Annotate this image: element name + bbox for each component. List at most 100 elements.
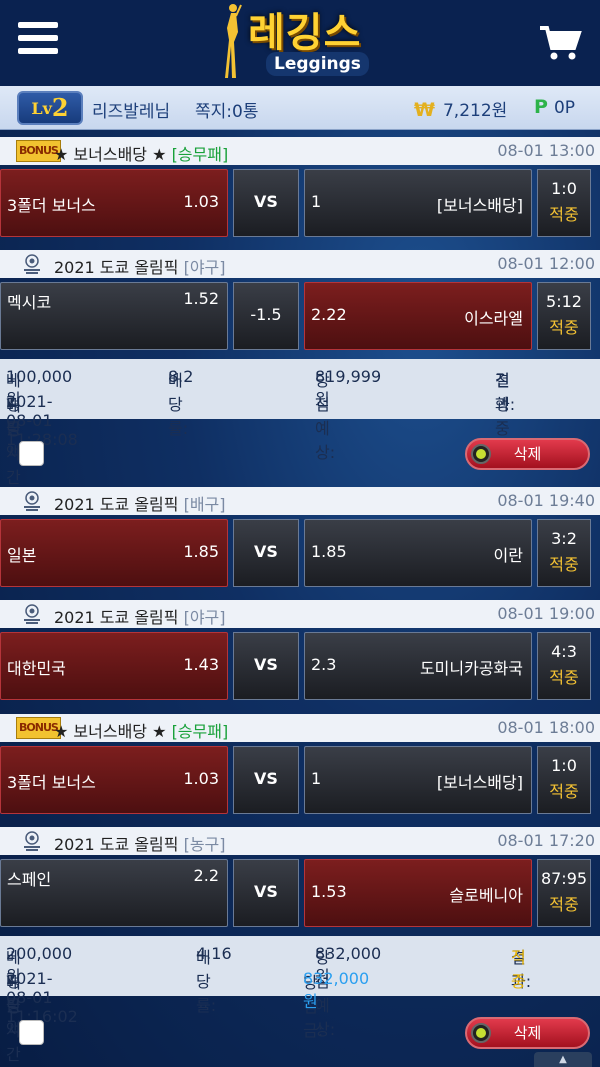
status-badge: 적중	[549, 895, 579, 914]
score: 4:3	[551, 642, 577, 661]
logo-subtitle: Leggings	[266, 52, 369, 76]
away-odds: 1	[311, 769, 322, 788]
logo-figure-icon	[225, 4, 242, 78]
league-title: 2021 도쿄 올림픽	[54, 258, 179, 277]
user-info-bar: Lv2 리즈발레님 쪽지:0통 ₩7,212원 P 0P	[0, 86, 600, 130]
league-header: 2021 도쿄 올림픽 [농구] 08-01 17:20	[0, 827, 600, 855]
league-tag: [승무패]	[171, 722, 229, 741]
delete-label: 삭제	[513, 1024, 542, 1042]
league-header: 2021 도쿄 올림픽 [야구] 08-01 12:00	[0, 250, 600, 278]
scroll-top-icon[interactable]: ▲	[534, 1052, 592, 1067]
league-name: 2021 도쿄 올림픽 [농구]	[54, 831, 226, 855]
status-badge: 적중	[549, 782, 579, 801]
home-odds: 1.52	[183, 289, 219, 308]
home-team-option[interactable]: 3폴더 보너스 1.03	[0, 169, 228, 237]
delete-dot-icon	[471, 1023, 491, 1043]
league-tag: [농구]	[183, 835, 226, 854]
home-team-option[interactable]: 3폴더 보너스 1.03	[0, 746, 228, 814]
match-result: 3:2 적중	[537, 519, 591, 587]
draw-option[interactable]: VS	[233, 632, 299, 700]
home-team-name: 멕시코	[7, 293, 52, 312]
delete-button[interactable]: 삭제	[465, 1017, 590, 1049]
olympic-icon	[20, 489, 44, 513]
draw-option[interactable]: VS	[233, 519, 299, 587]
cart-icon[interactable]	[538, 22, 582, 62]
away-odds: 1.53	[311, 882, 347, 901]
league-title: 2021 도쿄 올림픽	[54, 608, 179, 627]
home-team-option[interactable]: 스페인 2.2	[0, 859, 228, 927]
select-checkbox[interactable]	[19, 1020, 44, 1045]
points-display: P 0P	[534, 96, 575, 118]
draw-option[interactable]: -1.5	[233, 282, 299, 350]
home-team-option[interactable]: 일본 1.85	[0, 519, 228, 587]
home-odds: 2.2	[193, 866, 219, 885]
match-result: 4:3 적중	[537, 632, 591, 700]
bet-summary: 베팅금액: 200,000원 배당률: 4.16 당첨예상: 832,000원 …	[0, 936, 600, 1067]
logo[interactable]: 레깅스 Leggings	[218, 0, 388, 84]
match-time: 08-01 12:00	[497, 254, 595, 273]
home-team-name: 3폴더 보너스	[7, 196, 96, 215]
draw-option[interactable]: VS	[233, 169, 299, 237]
away-team-option[interactable]: 2.22 이스라엘	[304, 282, 532, 350]
match-time: 08-01 13:00	[497, 141, 595, 160]
away-team-option[interactable]: 1 [보너스배당]	[304, 746, 532, 814]
away-odds: 2.3	[311, 655, 337, 674]
home-odds: 1.85	[183, 542, 219, 561]
score: 5:12	[546, 292, 582, 311]
league-title: ★ 보너스배당 ★	[54, 145, 167, 164]
score: 1:0	[551, 179, 577, 198]
league-name: 2021 도쿄 올림픽 [배구]	[54, 491, 226, 515]
away-team-name: 슬로베니아	[449, 886, 523, 905]
away-team-option[interactable]: 1.53 슬로베니아	[304, 859, 532, 927]
league-header: 2021 도쿄 올림픽 [배구] 08-01 19:40	[0, 487, 600, 515]
draw-option[interactable]: VS	[233, 859, 299, 927]
money-display: ₩7,212원	[414, 96, 507, 121]
league-title: ★ 보너스배당 ★	[54, 722, 167, 741]
money-amount: 7,212원	[442, 101, 508, 121]
status-badge: 적중	[549, 205, 579, 224]
league-header: BONUS ★ 보너스배당 ★ [승무패] 08-01 18:00	[0, 714, 600, 742]
score: 1:0	[551, 756, 577, 775]
away-team-option[interactable]: 1.85 이란	[304, 519, 532, 587]
status-badge: 적중	[549, 318, 579, 337]
olympic-icon	[20, 829, 44, 853]
away-odds: 2.22	[311, 305, 347, 324]
select-checkbox[interactable]	[19, 441, 44, 466]
away-team-option[interactable]: 1 [보너스배당]	[304, 169, 532, 237]
away-team-name: 도미니카공화국	[419, 659, 523, 678]
bet-summary: 베팅금액: 100,000원 배당률: 8.2 당첨예상: 819,999원 결…	[0, 359, 600, 507]
points-icon: P	[534, 96, 548, 118]
league-name: 2021 도쿄 올림픽 [야구]	[54, 254, 226, 278]
league-title: 2021 도쿄 올림픽	[54, 835, 179, 854]
league-title: 2021 도쿄 올림픽	[54, 495, 179, 514]
league-tag: [야구]	[183, 258, 226, 277]
match-result: 1:0 적중	[537, 746, 591, 814]
match-result: 87:95 적중	[537, 859, 591, 927]
away-team-name: 이란	[493, 546, 523, 565]
olympic-icon	[20, 602, 44, 626]
messages-link[interactable]: 쪽지:0통	[195, 97, 258, 122]
away-team-name: [보너스배당]	[436, 773, 523, 792]
level-prefix: Lv	[31, 99, 52, 118]
level-number: 2	[51, 93, 69, 122]
top-bar: 레깅스 Leggings	[0, 0, 600, 86]
score: 87:95	[540, 869, 588, 888]
logo-text: 레깅스	[248, 10, 362, 56]
league-header: BONUS ★ 보너스배당 ★ [승무패] 08-01 13:00	[0, 137, 600, 165]
home-team-option[interactable]: 대한민국 1.43	[0, 632, 228, 700]
match-time: 08-01 19:40	[497, 491, 595, 510]
home-odds: 1.43	[183, 655, 219, 674]
league-header: 2021 도쿄 올림픽 [야구] 08-01 19:00	[0, 600, 600, 628]
delete-button[interactable]: 삭제	[465, 438, 590, 470]
draw-option[interactable]: VS	[233, 746, 299, 814]
username: 리즈발레님	[92, 102, 171, 122]
match-result: 1:0 적중	[537, 169, 591, 237]
home-team-option[interactable]: 멕시코 1.52	[0, 282, 228, 350]
status-badge: 적중	[549, 555, 579, 574]
home-odds: 1.03	[183, 769, 219, 788]
home-team-name: 일본	[7, 546, 37, 565]
points-amount: 0P	[553, 98, 576, 118]
hamburger-icon[interactable]	[18, 22, 58, 56]
away-team-option[interactable]: 2.3 도미니카공화국	[304, 632, 532, 700]
match-time: 08-01 19:00	[497, 604, 595, 623]
